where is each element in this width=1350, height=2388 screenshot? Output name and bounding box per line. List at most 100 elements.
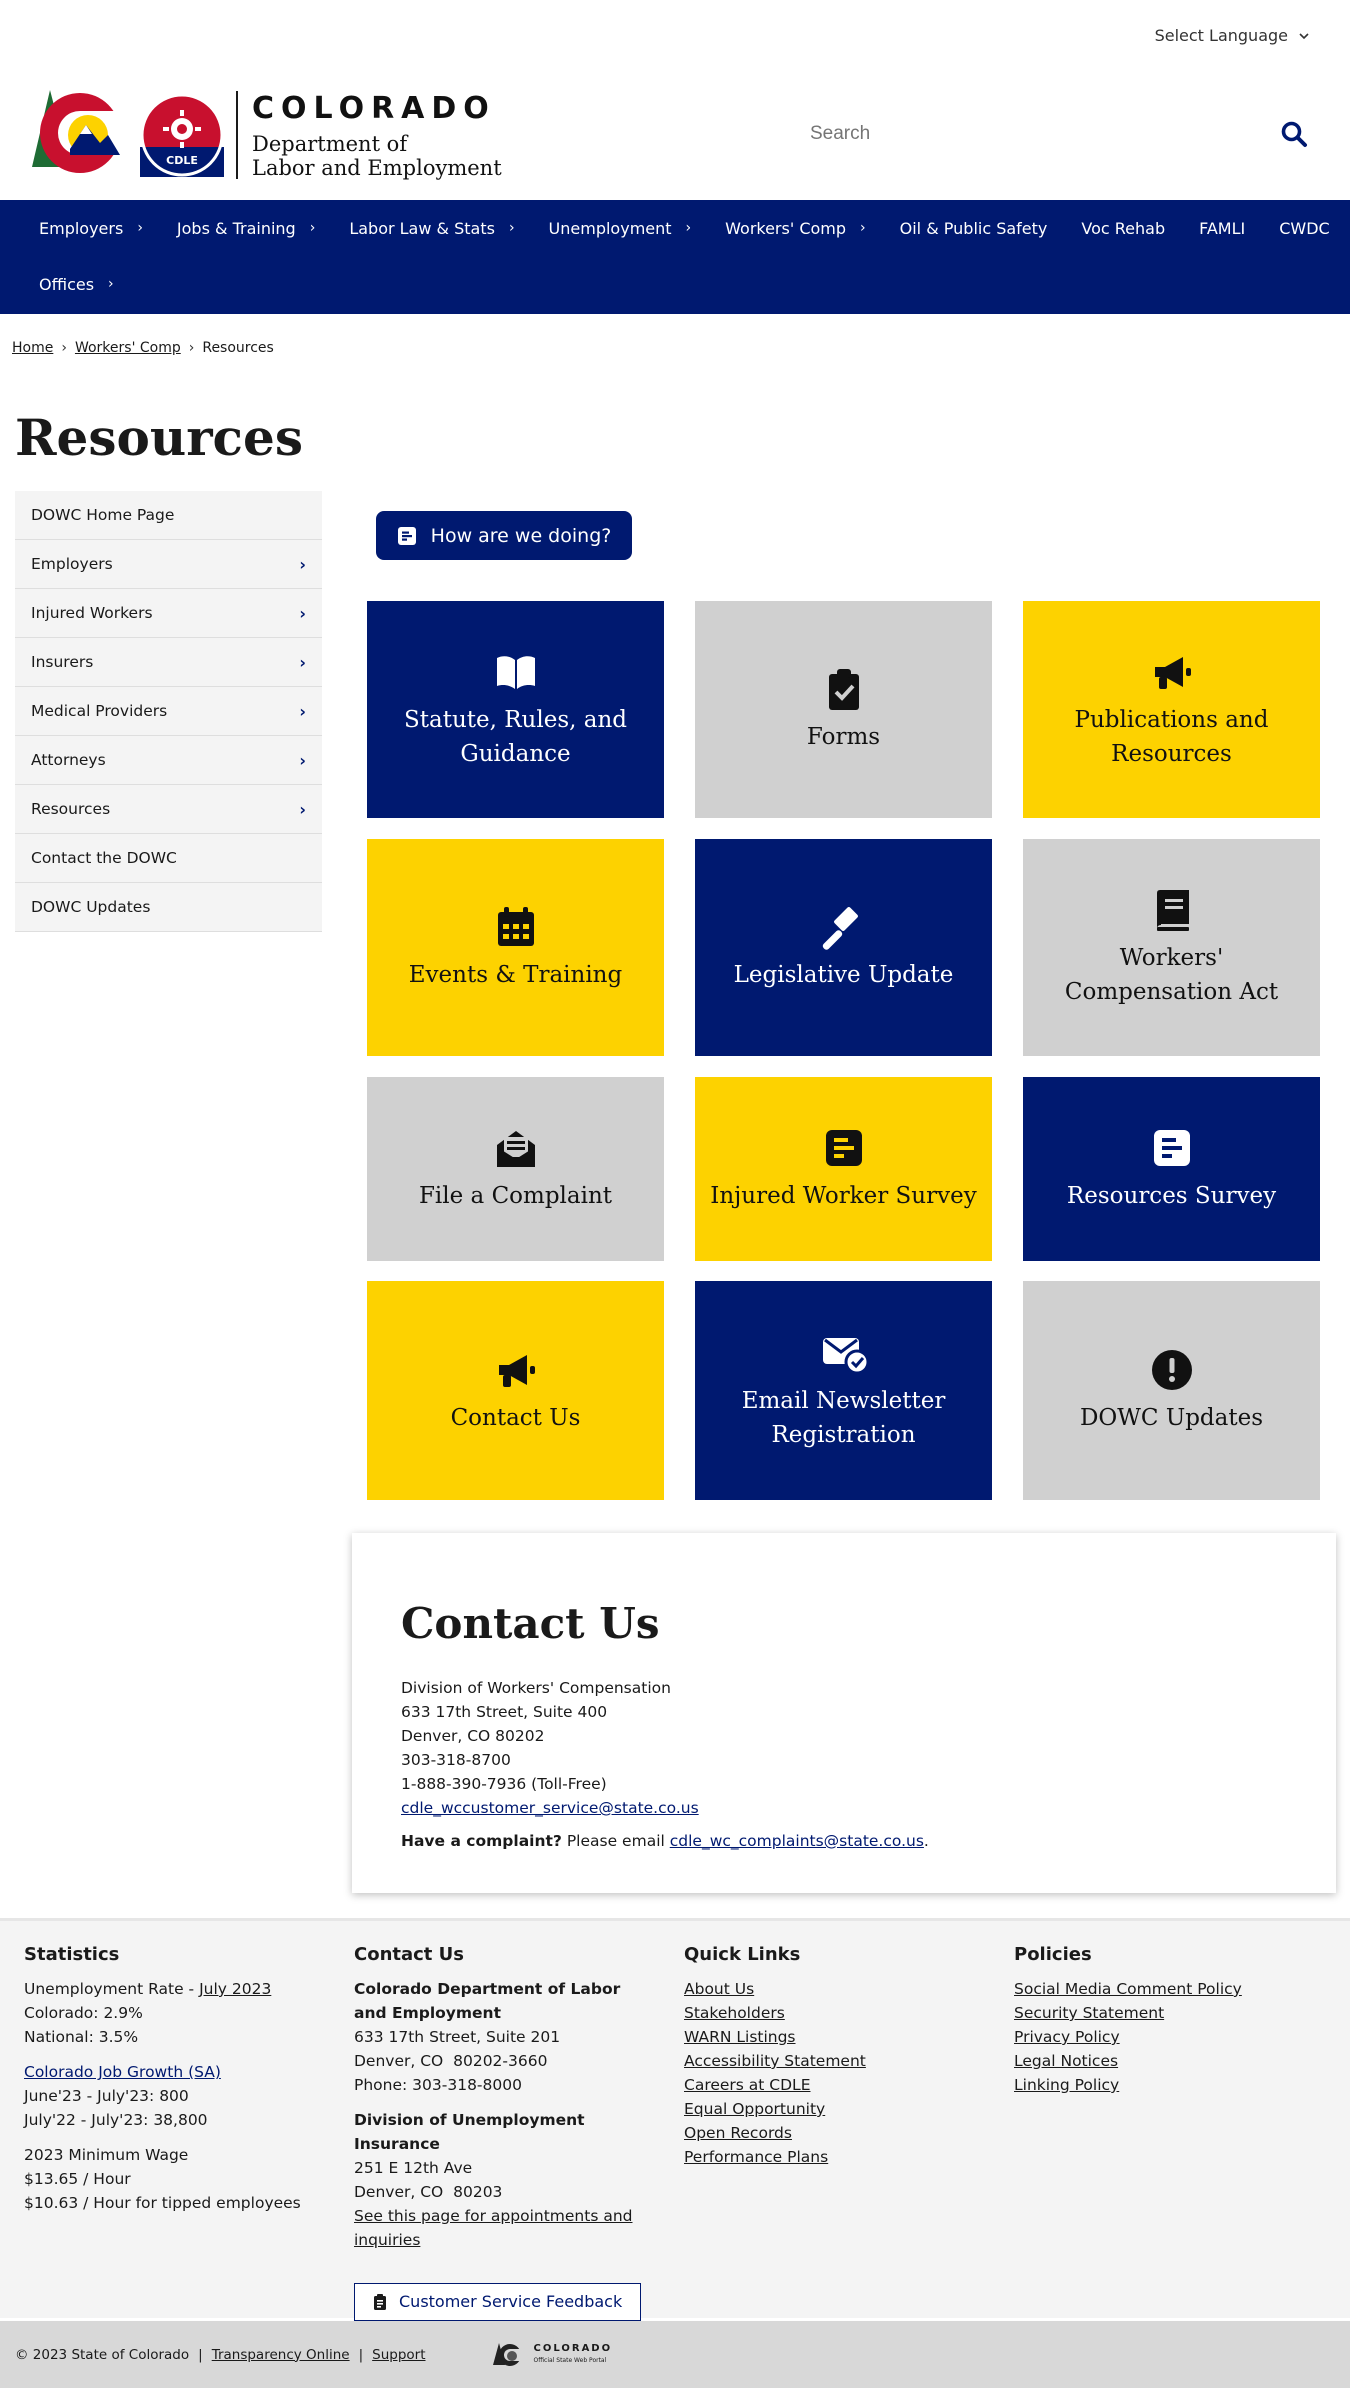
tile-file-a-complaint[interactable]: File a Complaint xyxy=(367,1077,664,1261)
footer-statistics: Statistics Unemployment Rate - July 2023… xyxy=(24,1943,324,2226)
sidebar-item-injured-workers[interactable]: Injured Workers › xyxy=(15,589,322,638)
sidebar-item-label: Injured Workers xyxy=(31,604,153,622)
state-portal-logo[interactable]: COLORADO Official State Web Portal xyxy=(492,2341,613,2369)
nav-item-unemployment[interactable]: Unemployment › xyxy=(532,200,709,256)
tile-publications-and-resources[interactable]: Publications and Resources xyxy=(1023,601,1320,818)
footer-contact-heading: Contact Us xyxy=(354,1944,465,1965)
breadcrumb-home[interactable]: Home xyxy=(12,340,53,356)
quick-links-list: About Us Stakeholders WARN Listings Accessi… xyxy=(684,1977,964,2169)
tile-events-training[interactable]: Events & Training xyxy=(367,839,664,1056)
tile-label: Statute, Rules, and Guidance xyxy=(403,706,627,767)
tile-contact-us[interactable]: Contact Us xyxy=(367,1281,664,1500)
exclamation-circle-icon xyxy=(1151,1349,1192,1390)
footer-link-stakeholders[interactable]: Stakeholders xyxy=(684,2001,964,2025)
sidebar-item-attorneys[interactable]: Attorneys › xyxy=(15,736,322,785)
chevron-right-icon[interactable]: › xyxy=(299,555,306,574)
breadcrumb: Home › Workers' Comp › Resources xyxy=(12,340,274,356)
unemployment-link[interactable]: July 2023 xyxy=(199,1980,271,1998)
contact-email-link[interactable]: cdle_wccustomer_service@state.co.us xyxy=(401,1799,699,1817)
footer-phone: Phone: 303-318-8000 xyxy=(354,2076,522,2094)
nav-item-offices[interactable]: Offices › xyxy=(22,256,131,312)
footer-link-open-records[interactable]: Open Records xyxy=(684,2121,964,2145)
nav-item-voc-rehab[interactable]: Voc Rehab xyxy=(1064,200,1182,256)
book-icon xyxy=(1156,889,1189,931)
footer-link-accessibility-statement[interactable]: Accessibility Statement xyxy=(684,2049,964,2073)
footer-contact: Contact Us Colorado Department of Labor … xyxy=(354,1943,644,2321)
footer-link-linking-policy[interactable]: Linking Policy xyxy=(1014,2073,1314,2097)
footer-link-performance-plans[interactable]: Performance Plans xyxy=(684,2145,964,2169)
breadcrumb-workers-comp[interactable]: Workers' Comp xyxy=(75,340,181,356)
cdle-logo[interactable]: CDLE COLORADO Department of Labor and Em… xyxy=(28,85,508,185)
chevron-right-icon[interactable]: › xyxy=(299,800,306,819)
footer-link-legal-notices[interactable]: Legal Notices xyxy=(1014,2049,1314,2073)
tile-workers-compensation-act[interactable]: Workers' Compensation Act xyxy=(1023,839,1320,1056)
tile-dowc-updates[interactable]: DOWC Updates xyxy=(1023,1281,1320,1500)
sidebar-item-employers[interactable]: Employers › xyxy=(15,540,322,589)
support-link[interactable]: Support xyxy=(372,2347,425,2363)
sidebar-item-insurers[interactable]: Insurers › xyxy=(15,638,322,687)
appointments-link[interactable]: See this page for appointments and inqui… xyxy=(354,2207,633,2249)
sidebar-item-dowc-updates[interactable]: DOWC Updates xyxy=(15,883,322,932)
footer-link-about-us[interactable]: About Us xyxy=(684,1977,964,2001)
tile-forms[interactable]: Forms xyxy=(695,601,992,818)
sidebar-item-contact-the-dowc[interactable]: Contact the DOWC xyxy=(15,834,322,883)
footer-link-security-statement[interactable]: Security Statement xyxy=(1014,2001,1314,2025)
complaint-email-link[interactable]: cdle_wc_complaints@state.co.us xyxy=(670,1832,924,1850)
chevron-right-icon[interactable]: › xyxy=(299,653,306,672)
nav-item-famli[interactable]: FAMLI xyxy=(1182,200,1262,256)
sidebar-item-label: DOWC Updates xyxy=(31,898,151,916)
search-bar xyxy=(810,112,1320,156)
footer-link-equal-opportunity[interactable]: Equal Opportunity xyxy=(684,2097,964,2121)
chevron-right-icon[interactable]: › xyxy=(299,604,306,623)
tile-email-newsletter-registration[interactable]: Email Newsletter Registration xyxy=(695,1281,992,1500)
chevron-right-icon: › xyxy=(309,220,316,236)
footer-address: 633 17th Street, Suite 201 xyxy=(354,2028,561,2046)
footer-link-careers-at-cdle[interactable]: Careers at CDLE xyxy=(684,2073,964,2097)
customer-service-feedback-button[interactable]: Customer Service Feedback xyxy=(354,2283,642,2321)
chevron-right-icon[interactable]: › xyxy=(299,751,306,770)
tile-resources-survey[interactable]: Resources Survey xyxy=(1023,1077,1320,1261)
transparency-link[interactable]: Transparency Online xyxy=(212,2347,350,2363)
page-title: Resources xyxy=(15,408,303,467)
sidebar-item-medical-providers[interactable]: Medical Providers › xyxy=(15,687,322,736)
nav-item-label: Voc Rehab xyxy=(1081,218,1166,238)
contact-line: Denver, CO 80202 xyxy=(401,1727,545,1745)
nav-item-oil-public-safety[interactable]: Oil & Public Safety xyxy=(883,200,1065,256)
nav-item-label: Offices xyxy=(39,274,95,294)
chevron-right-icon: › xyxy=(685,220,692,236)
calendar-icon xyxy=(497,906,534,946)
job-growth-link[interactable]: Colorado Job Growth (SA) xyxy=(24,2063,221,2081)
how-are-we-doing-button[interactable]: How are we doing? xyxy=(376,511,632,560)
chevron-right-icon[interactable]: › xyxy=(299,702,306,721)
footer-statistics-heading: Statistics xyxy=(24,1944,120,1965)
language-selector[interactable]: Select Language xyxy=(1155,26,1310,45)
tile-injured-worker-survey[interactable]: Injured Worker Survey xyxy=(695,1077,992,1261)
unemployment-label: Unemployment Rate - xyxy=(24,1980,200,1998)
sidebar-item-dowc-home-page[interactable]: DOWC Home Page xyxy=(15,491,322,540)
tile-legislative-update[interactable]: Legislative Update xyxy=(695,839,992,1056)
nav-item-jobs-training[interactable]: Jobs & Training › xyxy=(160,200,332,256)
survey-icon xyxy=(397,526,416,545)
nav-item-label: Jobs & Training xyxy=(176,218,296,238)
tile-label: Forms xyxy=(806,723,881,750)
footer-link-privacy-policy[interactable]: Privacy Policy xyxy=(1014,2025,1314,2049)
chevron-right-icon: › xyxy=(108,276,114,292)
nav-item-label: Oil & Public Safety xyxy=(899,218,1048,238)
tile-label: Legislative Update xyxy=(733,961,954,988)
nav-item-labor-law-stats[interactable]: Labor Law & Stats › xyxy=(332,200,531,256)
sidebar-item-resources[interactable]: Resources › xyxy=(15,785,322,834)
min-wage-regular: $13.65 / Hour xyxy=(24,2170,131,2188)
footer-link-warn-listings[interactable]: WARN Listings xyxy=(684,2025,964,2049)
footer-link-social-media-comment-policy[interactable]: Social Media Comment Policy xyxy=(1014,1977,1314,2001)
nav-item-cwdc[interactable]: CWDC xyxy=(1262,200,1346,256)
bottom-separator: | xyxy=(198,2346,203,2363)
nav-item-employers[interactable]: Employers › xyxy=(22,200,160,256)
nav-item-workers-comp[interactable]: Workers' Comp › xyxy=(708,200,883,256)
search-icon[interactable] xyxy=(1280,120,1308,148)
customer-service-feedback-label: Customer Service Feedback xyxy=(399,2292,623,2311)
search-input[interactable] xyxy=(810,123,1270,145)
sidebar-item-label: Contact the DOWC xyxy=(31,849,177,867)
chevron-right-icon: › xyxy=(137,220,143,236)
bottom-separator: | xyxy=(358,2346,364,2363)
tile-statute-rules-and-guidance[interactable]: Statute, Rules, and Guidance xyxy=(367,601,664,818)
